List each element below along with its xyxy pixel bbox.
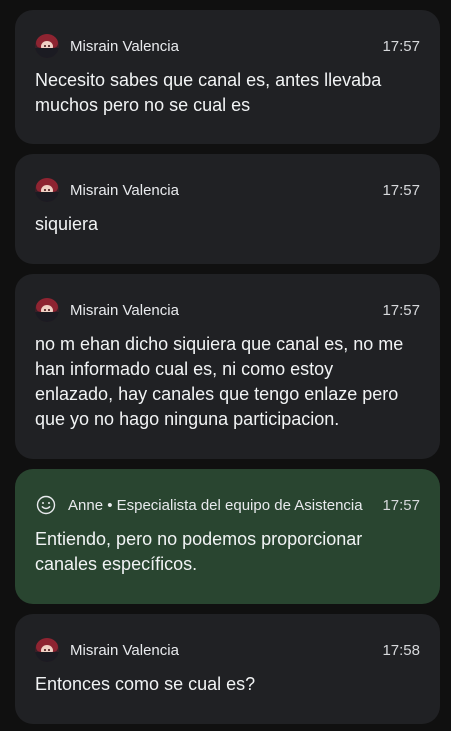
message-header: Misrain Valencia 17:58 [35,637,420,663]
message-card-5: Misrain Valencia 17:58 Entonces como se … [15,614,440,724]
message-text: Necesito sabes que canal es, antes lleva… [35,70,382,115]
message-header: Anne • Especialista del equipo de Asiste… [35,492,420,518]
message-time: 17:57 [382,181,420,199]
message-time: 17:57 [382,301,420,319]
message-card-1: Misrain Valencia 17:57 Necesito sabes qu… [15,10,440,144]
user-avatar-icon [35,638,59,662]
message-header: Misrain Valencia 17:57 [35,177,420,203]
smiley-icon [35,494,57,516]
message-card-2: Misrain Valencia 17:57 siquiera [15,154,440,264]
message-time: 17:57 [382,496,420,514]
chat-thread: Misrain Valencia 17:57 Necesito sabes qu… [0,0,451,731]
user-avatar-icon [35,34,59,58]
message-header: Misrain Valencia 17:57 [35,33,420,59]
sender-name: Misrain Valencia [70,37,179,55]
sender-name: Misrain Valencia [70,641,179,659]
message-text: Entonces como se cual es? [35,674,256,694]
user-avatar-icon [35,298,59,322]
message-time: 17:58 [382,641,420,659]
sender-name: Anne • Especialista del equipo de Asiste… [68,496,363,514]
message-card-4: Anne • Especialista del equipo de Asiste… [15,469,440,604]
message-text: Entiendo, pero no podemos proporcionar c… [35,529,363,574]
message-card-3: Misrain Valencia 17:57 no m ehan dicho s… [15,274,440,459]
sender-name: Misrain Valencia [70,301,179,319]
user-avatar-icon [35,178,59,202]
sender-name: Misrain Valencia [70,181,179,199]
message-header: Misrain Valencia 17:57 [35,297,420,323]
message-text: siquiera [35,214,99,234]
message-text: no m ehan dicho siquiera que canal es, n… [35,334,404,429]
message-time: 17:57 [382,37,420,55]
